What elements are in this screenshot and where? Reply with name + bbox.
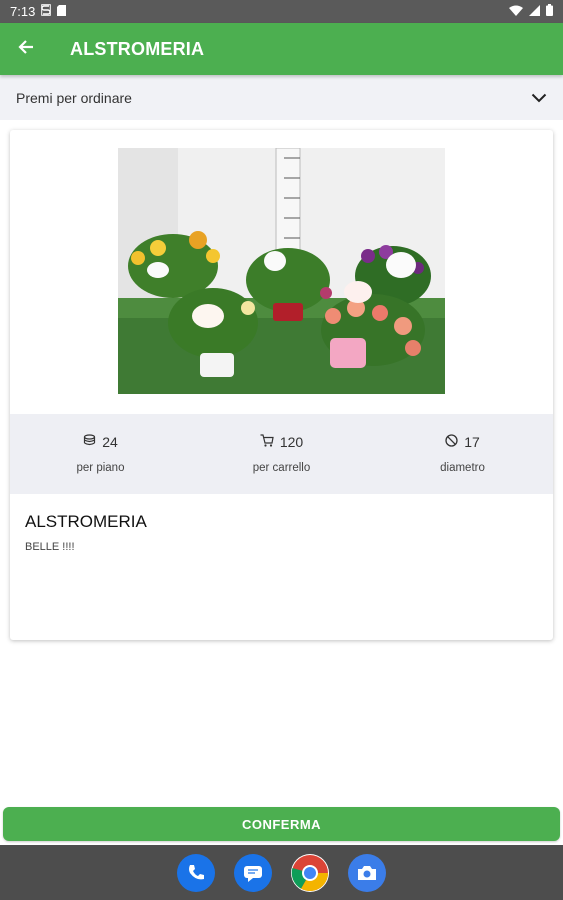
back-button[interactable] <box>0 23 52 75</box>
stat-diametro: 17 diametro <box>372 414 553 494</box>
stat-label: diametro <box>440 462 485 474</box>
product-name: ALSTROMERIA <box>25 512 147 531</box>
product-description: BELLE !!!! <box>25 541 75 553</box>
stat-value: 24 <box>102 434 118 450</box>
product-photo <box>118 148 445 394</box>
product-card[interactable]: 24 per piano 120 per carrello 17 diametr… <box>10 130 553 640</box>
app-dock <box>0 845 563 900</box>
layers-icon <box>83 434 96 450</box>
stat-value: 120 <box>279 434 304 450</box>
stat-per-carrello: 120 per carrello <box>191 414 372 494</box>
back-arrow-icon <box>18 39 34 60</box>
stat-label: per carrello <box>252 462 311 474</box>
status-bar: 7:13 <box>0 0 563 23</box>
app-bar: ALSTROMERIA <box>0 23 563 75</box>
stat-label: per piano <box>76 462 125 474</box>
order-dropdown-label: Premi per ordinare <box>16 89 132 106</box>
cart-icon <box>260 434 274 450</box>
order-dropdown[interactable]: Premi per ordinare <box>0 75 563 120</box>
messages-app-icon[interactable] <box>234 853 272 892</box>
camera-app-icon[interactable] <box>348 853 386 892</box>
phone-app-icon[interactable] <box>177 853 215 892</box>
notification-s-icon <box>41 4 52 19</box>
wifi-icon <box>509 4 523 19</box>
stat-value: 17 <box>464 434 480 450</box>
chrome-app-icon[interactable] <box>291 853 329 892</box>
diameter-icon <box>445 434 458 450</box>
product-stats: 24 per piano 120 per carrello 17 diametr… <box>10 414 553 494</box>
battery-icon <box>546 4 553 19</box>
status-time: 7:13 <box>10 4 36 19</box>
chevron-down-icon <box>531 90 547 106</box>
signal-icon <box>529 4 540 19</box>
confirm-button[interactable]: CONFERMA <box>3 807 560 841</box>
stat-per-piano: 24 per piano <box>10 414 191 494</box>
sd-card-icon <box>57 4 67 19</box>
page-title: ALSTROMERIA <box>70 38 205 59</box>
